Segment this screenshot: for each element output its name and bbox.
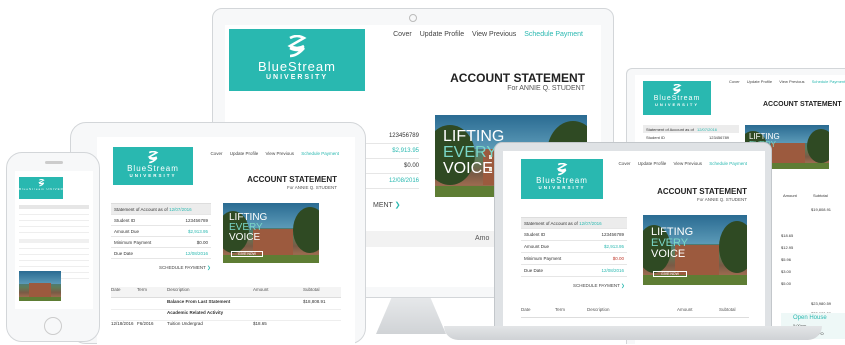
promo-line1: LIFTING [443, 128, 505, 145]
brand-logo[interactable]: BlueStream UNIVERSITY [643, 81, 711, 115]
page-subtitle: For ANNIE Q. STUDENT [507, 85, 585, 92]
brand-name: BlueStream [258, 59, 336, 74]
brand-subname: UNIVERSITY [265, 74, 328, 81]
page-title: ACCOUNT STATEMENT [247, 175, 337, 184]
brand-logo[interactable]: BlueStream UNIVERSITY [521, 159, 603, 199]
chevron-right-icon: ❯ [394, 202, 401, 209]
table-row: Balance From Last Statement $18,808.91 [111, 299, 341, 310]
phone-summary [19, 205, 89, 281]
top-nav: Cover Update Profile View Previous Sched… [618, 161, 747, 166]
summary-table: Statement of Account as of 12/07/2016 St… [521, 217, 627, 277]
brand-logo[interactable]: BlueStream UNIVERSITY [113, 147, 193, 185]
nav-cover[interactable]: Cover [393, 31, 412, 38]
tablet-screen: BlueStream UNIVERSITY Cover Update Profi… [97, 137, 355, 345]
bluestream-logo-icon [672, 84, 682, 95]
give-now-button[interactable]: GIVE NOW [231, 251, 263, 257]
monitor-camera [409, 14, 417, 22]
top-nav: Cover Update Profile View Previous Sched… [729, 79, 845, 84]
promo-banner[interactable]: LIFTING EVERY VOICE GIVE NOW [643, 215, 747, 285]
table-row: Academic Related Activity [111, 310, 341, 321]
table-row: 12/18/2016 F6/2016 Tuition Undergrad $18… [111, 321, 267, 326]
page-title: ACCOUNT STATEMENT [450, 71, 585, 85]
promo-banner[interactable]: LIFTING EVERY VOICE GIVE NOW [223, 203, 319, 263]
amount-due-value: $2,913.95 [392, 148, 419, 154]
chevron-right-icon: ❯ [207, 265, 211, 270]
nav-schedule-payment[interactable]: Schedule Payment [524, 31, 583, 38]
due-date-value: 12/08/2016 [388, 178, 419, 184]
transactions-header: Date Term Description Amount Subtotal [521, 307, 749, 318]
top-nav: Cover Update Profile View Previous Sched… [387, 31, 583, 38]
brand-logo[interactable]: BlueStream UNIVERSITY [19, 177, 63, 199]
min-payment-value: $0.00 [403, 163, 419, 169]
monitor-stand [376, 298, 446, 334]
summary-header: Statement of Account as of 12/07/2016 [643, 125, 739, 133]
phone-speaker [45, 161, 63, 164]
phone-screen: BlueStream UNIVERSITY [15, 171, 93, 309]
nav-view-previous[interactable]: View Previous [472, 31, 516, 38]
phone-frame: BlueStream UNIVERSITY [6, 152, 100, 342]
summary-table: Statement of Account as of 12/07/2016 St… [111, 203, 211, 259]
chevron-right-icon: ❯ [621, 283, 625, 288]
tablet-frame: BlueStream UNIVERSITY Cover Update Profi… [70, 122, 366, 345]
laptop-screen: BlueStream UNIVERSITY Cover Update Profi… [503, 151, 765, 327]
student-id-value: 123456789 [388, 133, 419, 139]
laptop-frame: BlueStream UNIVERSITY Cover Update Profi… [494, 142, 772, 328]
schedule-payment-link[interactable]: SCHEDULE PAYMENT ❯ [573, 283, 625, 289]
top-nav: Cover Update Profile View Previous Sched… [210, 151, 339, 156]
bluestream-logo-icon [287, 35, 307, 58]
give-now-button[interactable]: GIVE NOW [653, 271, 687, 277]
transactions-rows: Balance From Last Statement $18,808.91 Ac… [111, 299, 341, 331]
schedule-payment-link[interactable]: MENT ❯ [373, 201, 401, 209]
nav-update-profile[interactable]: Update Profile [420, 31, 464, 38]
laptop-base [444, 326, 822, 340]
page-subtitle: For ANNIE Q. STUDENT [696, 197, 747, 202]
page-title: ACCOUNT STATEMENT [763, 101, 842, 108]
schedule-payment-link[interactable]: SCHEDULE PAYMENT ❯ [159, 265, 211, 271]
bluestream-logo-icon [556, 163, 568, 176]
page-title: ACCOUNT STATEMENT [657, 187, 747, 196]
promo-banner[interactable] [19, 271, 61, 301]
home-button[interactable] [44, 317, 62, 335]
page-subtitle: For ANNIE Q. STUDENT [286, 185, 337, 190]
brand-logo[interactable]: BlueStream UNIVERSITY [229, 29, 365, 91]
bluestream-logo-icon [147, 151, 159, 164]
transactions-header: Date Term Description Amount Subtotal [111, 287, 341, 298]
bluestream-logo-icon [37, 179, 45, 187]
